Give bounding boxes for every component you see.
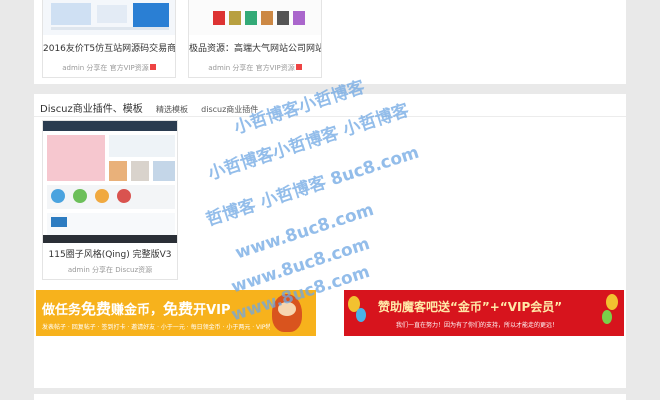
card-title[interactable]: 115圈子风格(Qing) 完整版V3: [43, 247, 177, 260]
sponsor-banner[interactable]: 赞助魔客吧送“金币”+“VIP会员” 我们一直在努力！因为有了你们的支持，所以才…: [344, 290, 624, 336]
card-title[interactable]: 2016友价T5仿互站网源码交易商: [43, 41, 175, 54]
balloon-icon: [606, 294, 618, 310]
tab-featured-templates[interactable]: 精选模板: [156, 105, 188, 114]
card-meta: admin 分享在 官方VIP资源: [189, 63, 321, 73]
section-title: Discuz商业插件、模板: [40, 104, 143, 115]
banner-text-d: 免费: [163, 300, 194, 318]
vip-icon: [295, 64, 302, 70]
card-thumbnail[interactable]: [189, 0, 321, 35]
balloon-icon: [602, 310, 612, 324]
banner-text-a: 做任务: [42, 303, 82, 318]
resource-card[interactable]: 115圈子风格(Qing) 完整版V3 admin 分享在 Discuz资源: [42, 120, 178, 280]
banner-text-e: 开VIP: [193, 303, 231, 318]
next-section: [34, 394, 626, 400]
card-meta: admin 分享在 Discuz资源: [67, 266, 153, 274]
card-thumbnail[interactable]: [43, 0, 175, 35]
card-thumbnail[interactable]: [43, 121, 177, 243]
banner-headline: 做任务免费赚金币，免费开VIP: [42, 298, 231, 319]
sponsor-subtext: 我们一直在努力！因为有了你们的支持，所以才能走的更远！: [396, 322, 559, 329]
top-panel: 2016友价T5仿互站网源码交易商 admin 分享在 官方VIP资源 极品资源…: [34, 0, 626, 84]
balloon-icon: [356, 308, 366, 322]
sponsor-headline: 赞助魔客吧送“金币”+“VIP会员”: [378, 300, 563, 314]
card-meta: admin 分享在 官方VIP资源: [43, 63, 175, 73]
banner-text-c: 赚金币，: [111, 303, 164, 318]
resource-card[interactable]: 2016友价T5仿互站网源码交易商 admin 分享在 官方VIP资源: [42, 0, 176, 78]
section-header: Discuz商业插件、模板 精选模板 discuz商业插件: [40, 100, 258, 115]
section-divider: [34, 116, 626, 117]
card-meta-text: admin 分享在 官方VIP资源: [62, 64, 149, 72]
resource-card[interactable]: 极品资源：高端大气网站公司网站源 admin 分享在 官方VIP资源: [188, 0, 322, 78]
banner-text-b: 免费: [81, 300, 112, 318]
vip-icon: [149, 64, 156, 70]
card-meta-text: admin 分享在 官方VIP资源: [208, 64, 295, 72]
card-title[interactable]: 极品资源：高端大气网站公司网站源: [189, 41, 321, 54]
